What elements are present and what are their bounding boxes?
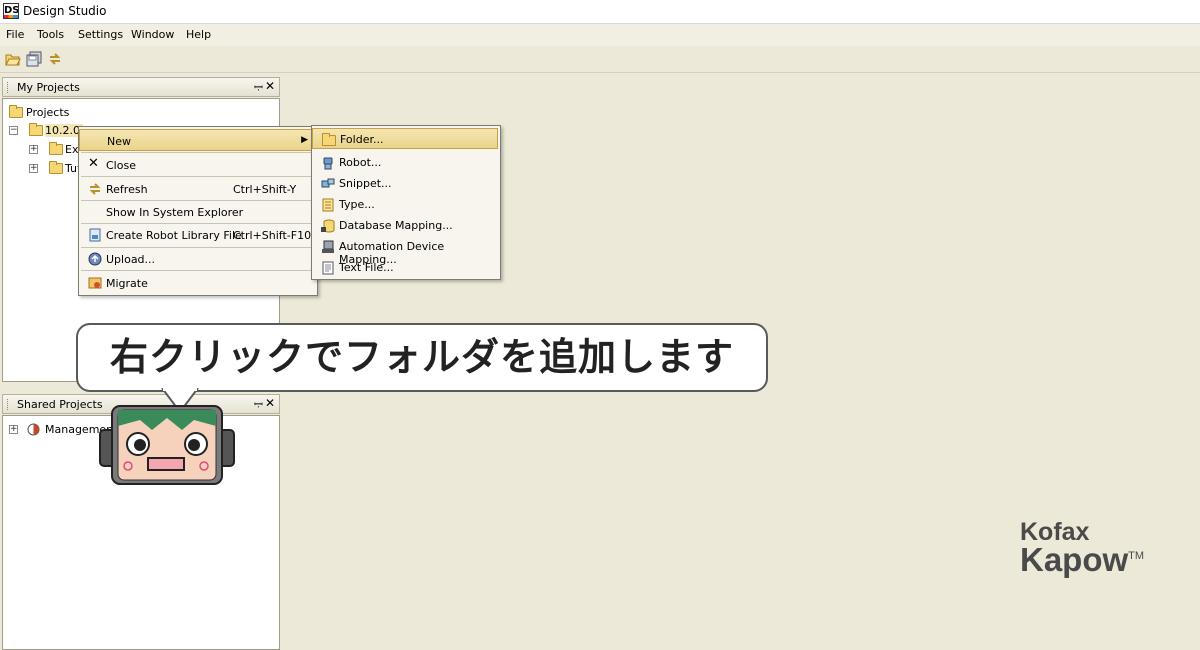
menu-file[interactable]: File [6, 28, 24, 41]
menu-item-create-robot-library-file[interactable]: Create Robot Library File Ctrl+Shift-F10 [79, 224, 315, 246]
shared-projects-title: Shared Projects [17, 398, 103, 411]
folder-icon [49, 161, 63, 174]
title-bar: DS Design Studio [0, 0, 1200, 24]
collapse-icon[interactable]: − [9, 126, 18, 135]
management-console-icon [27, 423, 40, 436]
open-folder-icon[interactable] [5, 51, 21, 67]
migrate-icon [88, 277, 102, 289]
expand-icon[interactable]: + [29, 164, 38, 173]
submenu-item-type[interactable]: Type... [312, 194, 498, 215]
upload-icon [88, 252, 102, 266]
folder-icon [322, 133, 336, 146]
close-icon[interactable]: ✕ [265, 396, 275, 410]
submenu-item-robot[interactable]: Robot... [312, 152, 498, 173]
trademark: TM [1128, 550, 1145, 562]
new-submenu: Folder... Robot... Snippet... Type... Da… [311, 125, 501, 280]
submenu-item-folder[interactable]: Folder... [312, 128, 498, 149]
menu-window[interactable]: Window [131, 28, 174, 41]
menu-item-show-in-system-explorer[interactable]: Show In System Explorer [79, 201, 315, 223]
robot-mascot-icon [99, 405, 235, 485]
submenu-item-automation-device-mapping[interactable]: Automation Device Mapping... [312, 236, 498, 266]
device-icon [322, 240, 334, 253]
menu-item-upload[interactable]: Upload... [79, 248, 315, 270]
refresh-icon[interactable] [47, 51, 63, 67]
submenu-item-snippet[interactable]: Snippet... [312, 173, 498, 194]
menu-item-close[interactable]: ✕ Close [79, 154, 315, 176]
menu-item-migrate[interactable]: Migrate [79, 272, 315, 294]
context-menu: New ▶ ✕ Close Refresh Ctrl+Shift-Y Show … [78, 126, 318, 296]
menu-item-new[interactable]: New ▶ [79, 129, 315, 151]
refresh-icon [89, 183, 101, 195]
submenu-item-database-mapping[interactable]: Database Mapping... [312, 215, 498, 236]
text-file-icon [322, 261, 334, 275]
menu-tools[interactable]: Tools [37, 28, 64, 41]
menu-settings[interactable]: Settings [78, 28, 123, 41]
menu-help[interactable]: Help [186, 28, 211, 41]
toolbar [0, 46, 1200, 73]
close-icon: ✕ [88, 156, 99, 171]
menu-bar: File Tools Settings Window Help [0, 24, 1200, 46]
projects-folder-icon [9, 105, 23, 118]
callout-text: 右クリックでフォルダを追加します [109, 335, 734, 379]
pin-icon[interactable]: ꟷ̣ [254, 397, 263, 412]
project-folder-icon [29, 123, 43, 136]
expand-icon[interactable]: + [9, 425, 18, 434]
snippet-icon [321, 178, 335, 188]
my-projects-header: My Projects ꟷ̣ ✕ [2, 77, 280, 97]
save-all-icon[interactable] [26, 51, 42, 67]
menu-item-refresh[interactable]: Refresh Ctrl+Shift-Y [79, 178, 315, 200]
kofax-kapow-logo: Kofax Kapow TM [1020, 518, 1144, 576]
app-icon: DS [3, 3, 19, 19]
submenu-arrow-icon: ▶ [301, 135, 308, 145]
database-icon [321, 219, 335, 233]
pin-icon[interactable]: ꟷ̣ [254, 80, 263, 95]
window-title: Design Studio [23, 4, 107, 18]
callout-bubble: 右クリックでフォルダを追加します [76, 323, 768, 392]
my-projects-title: My Projects [17, 81, 80, 94]
expand-icon[interactable]: + [29, 145, 38, 154]
logo-line-2: Kapow [1020, 541, 1129, 578]
close-icon[interactable]: ✕ [265, 79, 275, 93]
submenu-item-text-file[interactable]: Text File... [312, 257, 498, 278]
robot-icon [323, 157, 333, 170]
type-icon [322, 198, 334, 212]
folder-icon [49, 142, 63, 155]
library-file-icon [89, 228, 101, 242]
